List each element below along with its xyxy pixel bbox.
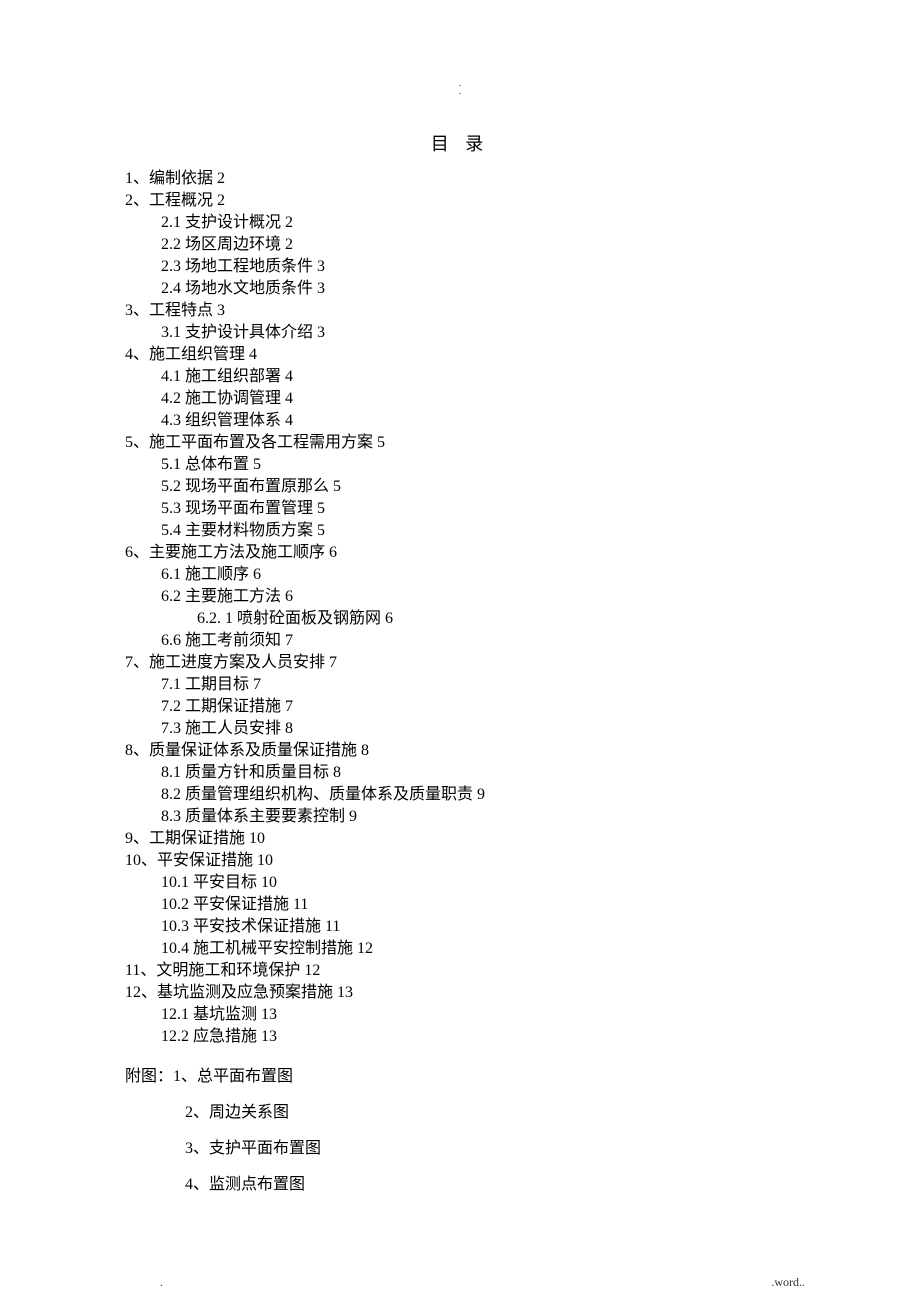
document-page: 目 录 1、编制依据 22、工程概况 22.1 支护设计概况 22.2 场区周边… (0, 0, 920, 1196)
toc-entry: 10.1 平安目标 10 (161, 872, 795, 894)
toc-entry: 6.2 主要施工方法 6 (161, 586, 795, 608)
toc-entry: 1、编制依据 2 (125, 168, 795, 190)
toc-entry: 3.1 支护设计具体介绍 3 (161, 322, 795, 344)
toc-entry: 10.2 平安保证措施 11 (161, 894, 795, 916)
appendix-item: 3、支护平面布置图 (185, 1138, 795, 1160)
toc-entry: 10、平安保证措施 10 (125, 850, 795, 872)
toc-entry: 6、主要施工方法及施工顺序 6 (125, 542, 795, 564)
appendix-item: 2、周边关系图 (185, 1102, 795, 1124)
toc-entry: 2.2 场区周边环境 2 (161, 234, 795, 256)
header-marker: .. (459, 80, 462, 96)
toc-entry: 2、工程概况 2 (125, 190, 795, 212)
toc-entry: 6.1 施工顺序 6 (161, 564, 795, 586)
toc-entry: 10.4 施工机械平安控制措施 12 (161, 938, 795, 960)
toc-entry: 2.4 场地水文地质条件 3 (161, 278, 795, 300)
toc-entry: 12、基坑监测及应急预案措施 13 (125, 982, 795, 1004)
toc-entry: 5.3 现场平面布置管理 5 (161, 498, 795, 520)
toc-entry: 6.6 施工考前须知 7 (161, 630, 795, 652)
appendix-item: 4、监测点布置图 (185, 1174, 795, 1196)
toc-entry: 7、施工进度方案及人员安排 7 (125, 652, 795, 674)
toc-entry: 6.2. 1 喷射砼面板及钢筋网 6 (197, 608, 795, 630)
footer-right: .word.. (771, 1275, 805, 1290)
toc-entry: 5.1 总体布置 5 (161, 454, 795, 476)
toc-entry: 8.1 质量方针和质量目标 8 (161, 762, 795, 784)
toc-entry: 7.2 工期保证措施 7 (161, 696, 795, 718)
table-of-contents: 1、编制依据 22、工程概况 22.1 支护设计概况 22.2 场区周边环境 2… (125, 168, 795, 1048)
toc-entry: 2.3 场地工程地质条件 3 (161, 256, 795, 278)
footer-left: . (160, 1275, 163, 1290)
appendix-lead: 附图：1、总平面布置图 (125, 1066, 795, 1088)
toc-entry: 11、文明施工和环境保护 12 (125, 960, 795, 982)
appendix-block: 附图：1、总平面布置图 2、周边关系图 3、支护平面布置图 4、监测点布置图 (125, 1066, 795, 1196)
toc-entry: 12.1 基坑监测 13 (161, 1004, 795, 1026)
toc-entry: 4.3 组织管理体系 4 (161, 410, 795, 432)
toc-entry: 4、施工组织管理 4 (125, 344, 795, 366)
toc-entry: 12.2 应急措施 13 (161, 1026, 795, 1048)
toc-entry: 5.4 主要材料物质方案 5 (161, 520, 795, 542)
toc-entry: 7.1 工期目标 7 (161, 674, 795, 696)
toc-entry: 4.2 施工协调管理 4 (161, 388, 795, 410)
toc-entry: 5、施工平面布置及各工程需用方案 5 (125, 432, 795, 454)
toc-entry: 9、工期保证措施 10 (125, 828, 795, 850)
toc-entry: 8.3 质量体系主要要素控制 9 (161, 806, 795, 828)
page-title: 目 录 (125, 130, 795, 156)
toc-entry: 4.1 施工组织部署 4 (161, 366, 795, 388)
toc-entry: 2.1 支护设计概况 2 (161, 212, 795, 234)
toc-entry: 10.3 平安技术保证措施 11 (161, 916, 795, 938)
toc-entry: 5.2 现场平面布置原那么 5 (161, 476, 795, 498)
toc-entry: 8、质量保证体系及质量保证措施 8 (125, 740, 795, 762)
toc-entry: 7.3 施工人员安排 8 (161, 718, 795, 740)
toc-entry: 3、工程特点 3 (125, 300, 795, 322)
toc-entry: 8.2 质量管理组织机构、质量体系及质量职责 9 (161, 784, 795, 806)
